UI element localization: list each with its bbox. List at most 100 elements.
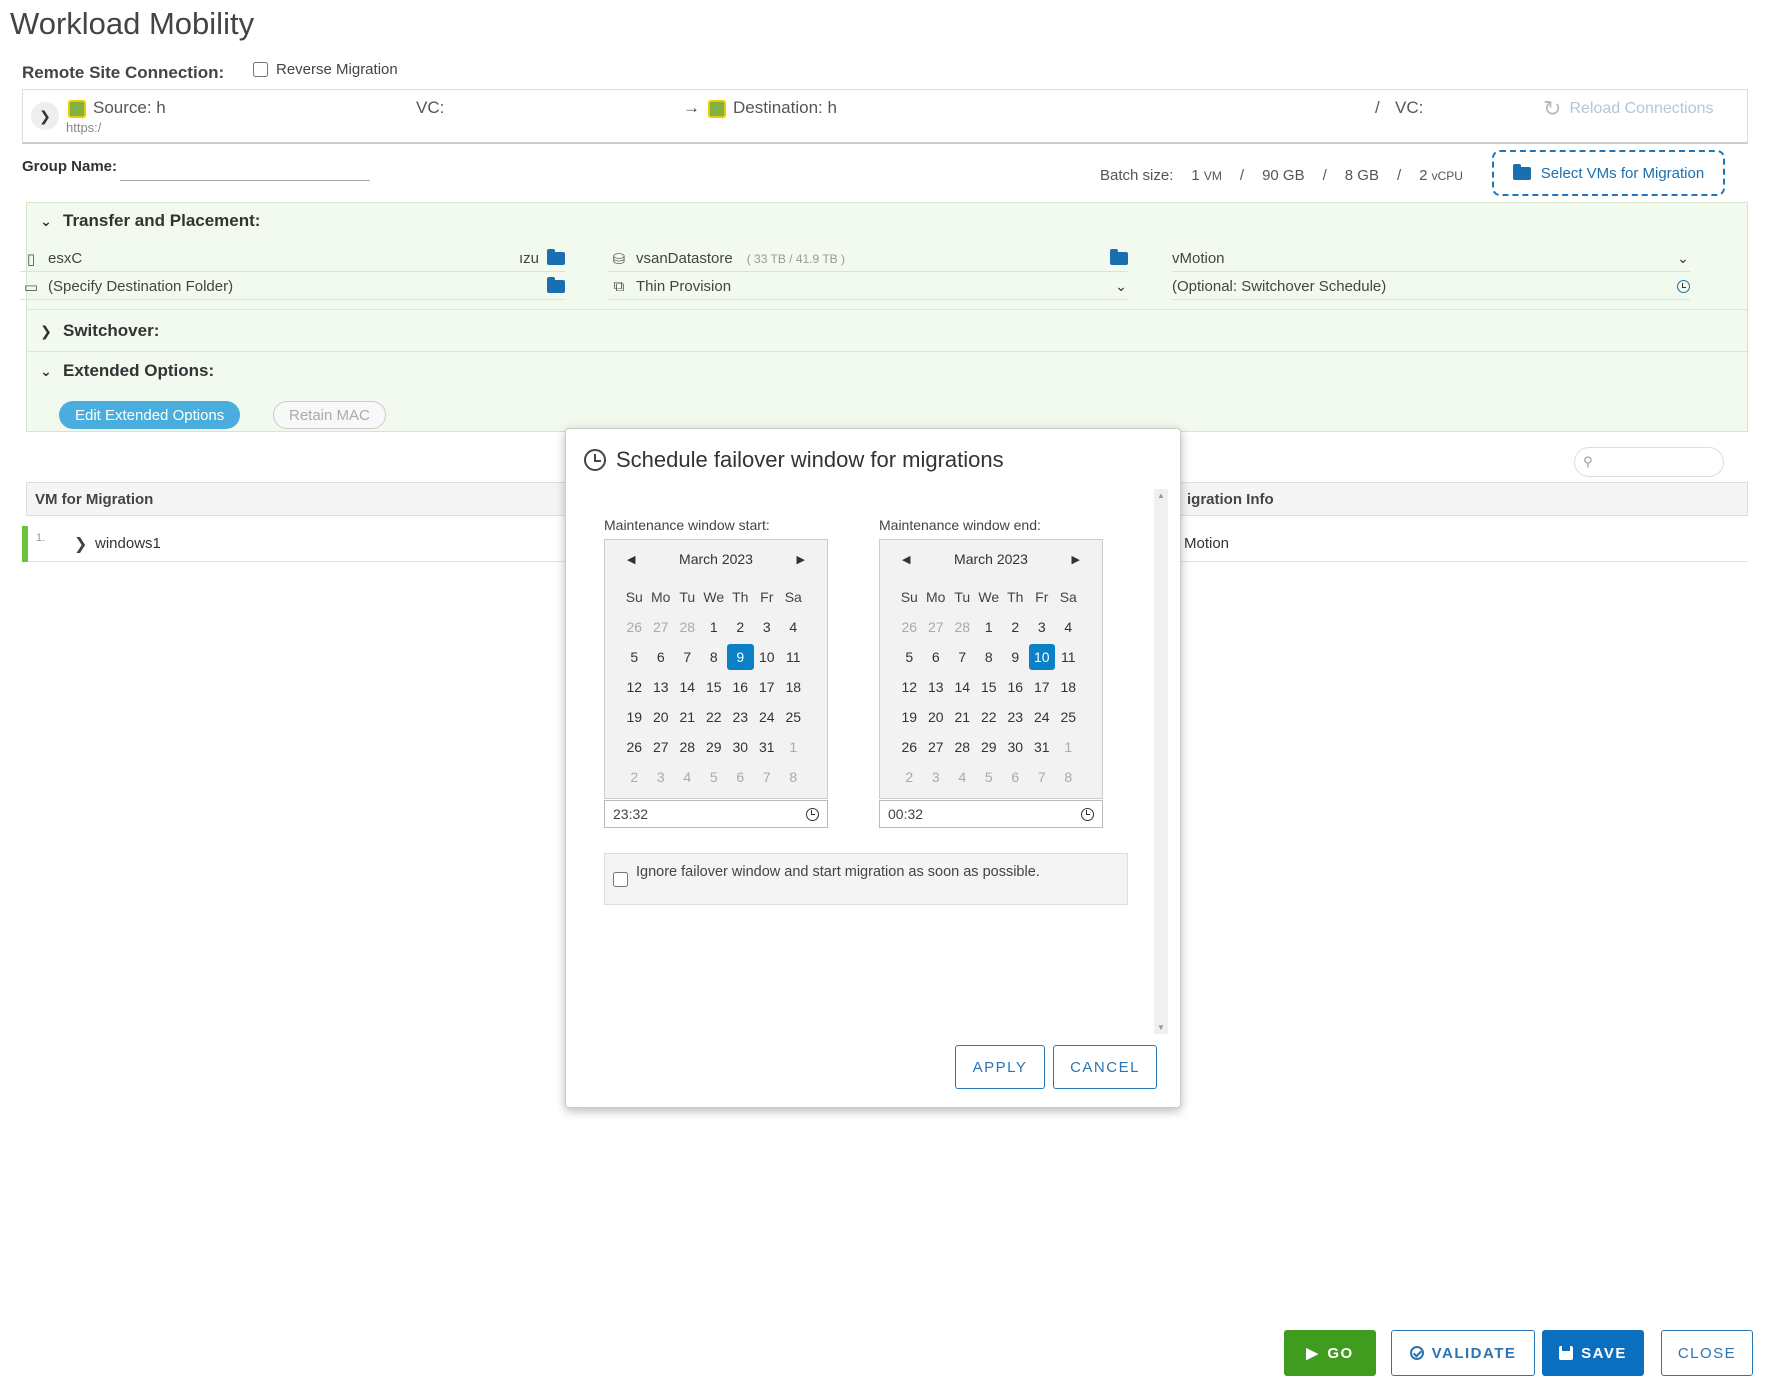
calendar-day[interactable]: 19 — [896, 704, 923, 730]
calendar-day[interactable]: 22 — [701, 704, 728, 730]
calendar-day[interactable]: 15 — [701, 674, 728, 700]
calendar-day-selected[interactable]: 10 — [1028, 644, 1055, 670]
datastore-field[interactable]: ⛁ vsanDatastore ( 33 TB / 41.9 TB ) — [608, 246, 1128, 272]
calendar-day[interactable]: 7 — [1029, 764, 1056, 790]
calendar-day[interactable]: 6 — [923, 644, 950, 670]
calendar-day[interactable]: 8 — [1055, 764, 1082, 790]
extended-options-header[interactable]: ⌄ Extended Options: — [39, 361, 214, 381]
go-button[interactable]: ▶ GO — [1284, 1330, 1376, 1376]
calendar-day[interactable]: 16 — [1002, 674, 1029, 700]
clock-icon[interactable] — [806, 807, 819, 821]
calendar-day[interactable]: 6 — [1002, 764, 1029, 790]
folder-open-icon[interactable] — [1110, 249, 1128, 265]
calendar-day[interactable]: 5 — [701, 764, 728, 790]
calendar-day[interactable]: 9 — [1002, 644, 1029, 670]
calendar-day[interactable]: 3 — [1029, 614, 1056, 640]
prev-month-button[interactable]: ◀ — [902, 553, 910, 566]
scroll-up-icon[interactable]: ▲ — [1157, 491, 1165, 500]
calendar-day[interactable]: 27 — [923, 614, 950, 640]
retain-mac-button[interactable]: Retain MAC — [273, 401, 386, 429]
close-button[interactable]: CLOSE — [1661, 1330, 1753, 1376]
calendar-day[interactable]: 25 — [1055, 704, 1082, 730]
calendar-day[interactable]: 2 — [1002, 614, 1029, 640]
calendar-day[interactable]: 18 — [1055, 674, 1082, 700]
calendar-day[interactable]: 4 — [1055, 614, 1082, 640]
calendar-day[interactable]: 23 — [1002, 704, 1029, 730]
vm-search-input[interactable]: ⚲ — [1574, 447, 1724, 477]
calendar-day[interactable]: 29 — [976, 734, 1003, 760]
chevron-right-icon[interactable]: ❯ — [31, 102, 59, 130]
calendar-day[interactable]: 13 — [923, 674, 950, 700]
switchover-header[interactable]: ❯ Switchover: — [39, 321, 159, 341]
calendar-day[interactable]: 26 — [621, 614, 648, 640]
start-time-input[interactable]: 23:32 — [604, 800, 828, 828]
calendar-day[interactable]: 6 — [648, 644, 675, 670]
migration-type-select[interactable]: vMotion ⌄ — [1172, 246, 1690, 272]
calendar-day[interactable]: 3 — [648, 764, 675, 790]
save-button[interactable]: SAVE — [1542, 1330, 1644, 1376]
calendar-day[interactable]: 1 — [780, 734, 807, 760]
calendar-day[interactable]: 5 — [976, 764, 1003, 790]
calendar-day[interactable]: 28 — [674, 614, 701, 640]
calendar-day[interactable]: 2 — [727, 614, 754, 640]
apply-button[interactable]: APPLY — [955, 1045, 1045, 1089]
calendar-day[interactable]: 21 — [674, 704, 701, 730]
folder-open-icon[interactable] — [547, 249, 565, 265]
calendar-day[interactable]: 3 — [923, 764, 950, 790]
next-month-button[interactable]: ▶ — [797, 553, 805, 566]
calendar-day-selected[interactable]: 9 — [727, 644, 754, 670]
transfer-placement-header[interactable]: ⌄ Transfer and Placement: — [39, 211, 260, 231]
calendar-day[interactable]: 18 — [780, 674, 807, 700]
calendar-day[interactable]: 6 — [727, 764, 754, 790]
calendar-day[interactable]: 4 — [780, 614, 807, 640]
calendar-day[interactable]: 7 — [674, 644, 701, 670]
prev-month-button[interactable]: ◀ — [627, 553, 635, 566]
calendar-day[interactable]: 31 — [1029, 734, 1056, 760]
calendar-day[interactable]: 19 — [621, 704, 648, 730]
calendar-day[interactable]: 27 — [923, 734, 950, 760]
modal-scrollbar[interactable]: ▲ ▼ — [1154, 489, 1168, 1034]
calendar-day[interactable]: 24 — [1029, 704, 1056, 730]
destination-folder-field[interactable]: ▭ (Specify Destination Folder) — [20, 274, 565, 300]
validate-button[interactable]: VALIDATE — [1391, 1330, 1535, 1376]
calendar-day[interactable]: 1 — [701, 614, 728, 640]
calendar-day[interactable]: 30 — [1002, 734, 1029, 760]
calendar-day[interactable]: 8 — [976, 644, 1003, 670]
calendar-day[interactable]: 20 — [648, 704, 675, 730]
calendar-day[interactable]: 8 — [701, 644, 728, 670]
column-vm-for-migration[interactable]: VM for Migration — [35, 491, 153, 508]
calendar-day[interactable]: 1 — [1055, 734, 1082, 760]
calendar-day[interactable]: 11 — [780, 644, 807, 670]
calendar-day[interactable]: 13 — [648, 674, 675, 700]
calendar-day[interactable]: 12 — [621, 674, 648, 700]
calendar-day[interactable]: 28 — [949, 614, 976, 640]
calendar-day[interactable]: 16 — [727, 674, 754, 700]
reverse-migration-toggle[interactable]: Reverse Migration — [253, 61, 398, 78]
calendar-day[interactable]: 1 — [976, 614, 1003, 640]
calendar-day[interactable]: 25 — [780, 704, 807, 730]
group-name-input[interactable] — [120, 153, 370, 181]
calendar-day[interactable]: 28 — [949, 734, 976, 760]
reload-connections-button[interactable]: ↻ Reload Connections — [1543, 98, 1714, 120]
calendar-day[interactable]: 7 — [754, 764, 781, 790]
switchover-schedule-field[interactable]: (Optional: Switchover Schedule) — [1172, 274, 1690, 300]
provisioning-select[interactable]: ⧉ Thin Provision ⌄ — [608, 274, 1128, 300]
clock-icon[interactable] — [1081, 807, 1094, 821]
calendar-day[interactable]: 21 — [949, 704, 976, 730]
calendar-day[interactable]: 24 — [754, 704, 781, 730]
select-vms-button[interactable]: Select VMs for Migration — [1492, 150, 1725, 196]
calendar-day[interactable]: 26 — [896, 734, 923, 760]
calendar-day[interactable]: 29 — [701, 734, 728, 760]
edit-extended-options-button[interactable]: Edit Extended Options — [59, 401, 241, 429]
chevron-right-icon[interactable]: ❯ — [74, 534, 87, 554]
calendar-day[interactable]: 8 — [780, 764, 807, 790]
calendar-day[interactable]: 11 — [1055, 644, 1082, 670]
calendar-day[interactable]: 17 — [754, 674, 781, 700]
end-time-input[interactable]: 00:32 — [879, 800, 1103, 828]
calendar-day[interactable]: 12 — [896, 674, 923, 700]
scroll-down-icon[interactable]: ▼ — [1157, 1023, 1165, 1032]
clock-icon[interactable] — [1677, 280, 1690, 293]
calendar-day[interactable]: 14 — [949, 674, 976, 700]
reverse-migration-checkbox[interactable] — [253, 62, 268, 77]
cancel-button[interactable]: CANCEL — [1053, 1045, 1157, 1089]
